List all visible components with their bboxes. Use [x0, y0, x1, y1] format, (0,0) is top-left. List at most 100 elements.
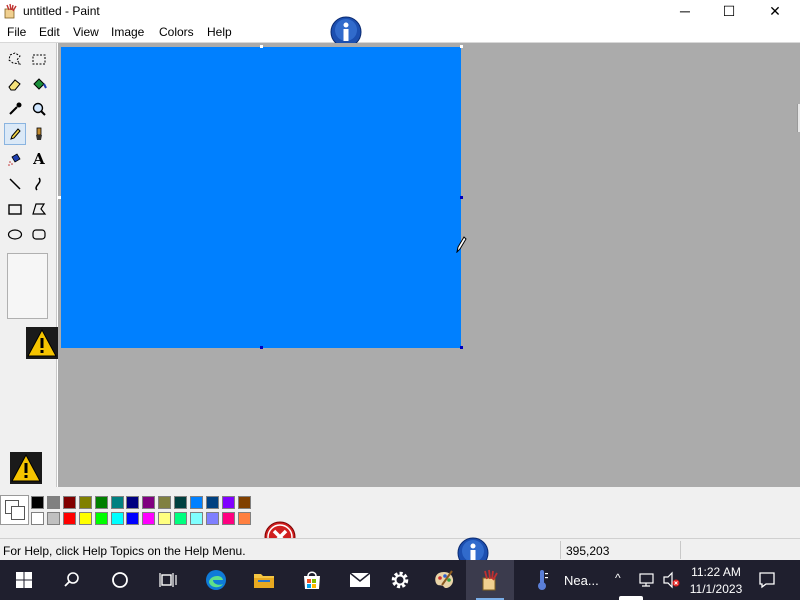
notification-icon[interactable]	[758, 571, 776, 589]
rectangle-tool[interactable]	[4, 198, 26, 220]
text-tool[interactable]: A	[28, 148, 50, 170]
fill-with-color-tool[interactable]	[28, 73, 50, 95]
palette-swatch[interactable]	[78, 512, 92, 525]
palette-swatch[interactable]	[78, 496, 92, 509]
airbrush-icon	[8, 153, 21, 166]
select-tool[interactable]	[28, 48, 50, 70]
clock-time[interactable]: 11:22 AM	[686, 565, 746, 579]
tray-overflow-chevron-icon[interactable]: ^	[615, 571, 621, 585]
palette-swatch[interactable]	[221, 512, 235, 525]
palette-swatch[interactable]	[158, 496, 172, 509]
maximize-button[interactable]: ☐	[706, 0, 752, 22]
polygon-tool[interactable]	[28, 198, 50, 220]
curve-icon	[35, 177, 41, 191]
task-view-button[interactable]	[144, 560, 192, 600]
taskbar-settings[interactable]	[376, 560, 424, 600]
tool-options-box[interactable]	[7, 253, 48, 319]
windows-logo-icon	[16, 572, 32, 588]
palette-swatch[interactable]	[158, 512, 172, 525]
menu-view[interactable]: View	[73, 25, 99, 39]
pencil-icon	[10, 128, 21, 140]
palette-swatch[interactable]	[237, 496, 251, 509]
free-form-select-icon	[8, 52, 22, 65]
pick-color-tool[interactable]	[4, 98, 26, 120]
palette-swatch[interactable]	[94, 512, 108, 525]
canvas-resize-handle-corner[interactable]	[460, 346, 463, 349]
menu-help[interactable]: Help	[207, 25, 232, 39]
palette-swatch[interactable]	[221, 496, 235, 509]
canvas-handle-top-right	[460, 45, 463, 48]
magnifier-icon	[32, 102, 46, 116]
taskbar-peek-indicator	[619, 596, 643, 600]
taskbar-store[interactable]	[288, 560, 336, 600]
palette-swatch[interactable]	[126, 512, 140, 525]
minimize-button[interactable]: ─	[662, 0, 708, 22]
thermometer-icon	[538, 570, 548, 590]
palette-swatch[interactable]	[190, 512, 203, 525]
magnifier-tool[interactable]	[28, 98, 50, 120]
edge-browser-icon	[206, 570, 226, 590]
eraser-tool[interactable]	[4, 73, 26, 95]
close-button[interactable]: ✕	[752, 0, 798, 22]
pencil-cursor-icon	[456, 236, 467, 253]
mail-icon	[349, 572, 371, 587]
pencil-tool[interactable]	[4, 123, 26, 145]
menu-colors[interactable]: Colors	[159, 25, 194, 39]
window-title: untitled - Paint	[23, 4, 100, 18]
menu-bar: File Edit View Image Colors Help	[0, 22, 800, 43]
drawing-canvas[interactable]	[61, 47, 461, 348]
menu-file[interactable]: File	[7, 25, 26, 39]
search-button[interactable]	[48, 560, 96, 600]
palette-swatch[interactable]	[31, 512, 44, 525]
palette-swatch[interactable]	[46, 496, 60, 509]
palette-swatch[interactable]	[205, 512, 219, 525]
volume-muted-icon[interactable]	[662, 571, 680, 589]
taskbar-paint-active[interactable]	[466, 560, 514, 600]
ellipse-tool[interactable]	[4, 223, 26, 245]
gear-icon	[391, 571, 409, 589]
line-tool[interactable]	[4, 173, 26, 195]
warning-icon	[26, 327, 58, 359]
current-colors-box[interactable]	[0, 495, 29, 525]
palette-swatch[interactable]	[126, 496, 140, 509]
palette-swatch[interactable]	[110, 512, 124, 525]
curve-tool[interactable]	[28, 173, 50, 195]
palette-swatch[interactable]	[142, 512, 156, 525]
taskbar-file-explorer[interactable]	[240, 560, 288, 600]
weather-widget[interactable]	[522, 560, 562, 600]
paint-app-icon	[482, 569, 498, 591]
network-icon[interactable]	[638, 572, 656, 588]
cortana-button[interactable]	[96, 560, 144, 600]
airbrush-tool[interactable]	[4, 148, 26, 170]
folder-icon	[254, 574, 274, 588]
weather-text[interactable]: Nea...	[564, 573, 599, 588]
palette-swatch[interactable]	[237, 512, 251, 525]
palette-swatch[interactable]	[174, 496, 188, 509]
palette-swatch[interactable]	[46, 512, 60, 525]
canvas-resize-handle-bottom[interactable]	[260, 346, 263, 349]
clock-date[interactable]: 11/1/2023	[686, 582, 746, 596]
brush-tool[interactable]	[28, 123, 50, 145]
palette-swatch[interactable]	[205, 496, 219, 509]
menu-edit[interactable]: Edit	[39, 25, 60, 39]
canvas-resize-handle-right[interactable]	[460, 196, 463, 199]
background-color	[11, 506, 25, 520]
paint-app-icon[interactable]	[4, 3, 18, 19]
eraser-icon	[8, 79, 21, 91]
palette-swatch[interactable]	[62, 512, 76, 525]
palette-swatch[interactable]	[62, 496, 76, 509]
palette-swatch[interactable]	[110, 496, 124, 509]
taskbar-edge[interactable]	[192, 560, 240, 600]
menu-image[interactable]: Image	[111, 25, 144, 39]
palette-swatch[interactable]	[174, 512, 188, 525]
palette-swatch[interactable]	[31, 496, 44, 509]
palette-swatch[interactable]	[94, 496, 108, 509]
start-button[interactable]	[0, 560, 48, 600]
taskbar-paint-palette[interactable]	[420, 560, 468, 600]
rounded-rectangle-tool[interactable]	[28, 223, 50, 245]
palette-swatch[interactable]	[190, 496, 203, 509]
line-icon	[9, 178, 21, 190]
palette-swatch[interactable]	[142, 496, 156, 509]
task-view-icon	[159, 573, 177, 587]
free-form-select-tool[interactable]	[4, 48, 26, 70]
